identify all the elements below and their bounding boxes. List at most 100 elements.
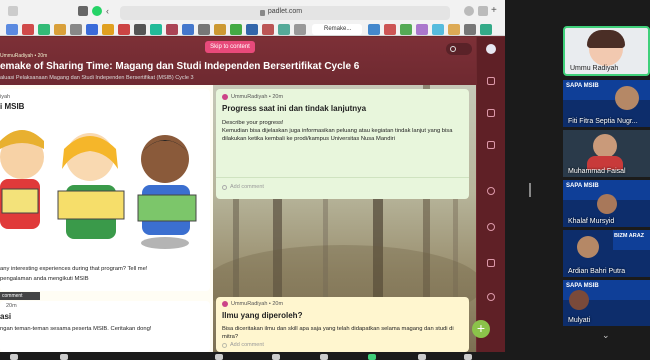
add-post-button[interactable]: + <box>472 320 490 338</box>
more-icon[interactable] <box>487 293 495 301</box>
card-body-line-1: Describe your progress! <box>222 120 284 126</box>
participant-tile-6[interactable]: SAPA MSIB Mulyati <box>563 280 650 326</box>
tab-23[interactable] <box>416 24 428 35</box>
tab-15[interactable] <box>230 24 242 35</box>
tab-22[interactable] <box>400 24 412 35</box>
sidebar-toggle-icon[interactable] <box>8 6 18 16</box>
add-comment-button[interactable]: Add comment <box>230 184 264 190</box>
tab-17[interactable] <box>262 24 274 35</box>
tab-18[interactable] <box>278 24 290 35</box>
tab-6[interactable] <box>86 24 98 35</box>
card-title: Progress saat ini dan tindak lanjutnya <box>222 104 367 113</box>
padlet-board: Skip to content UmmuRadiyah • 20m emake … <box>0 37 476 352</box>
tab-19[interactable] <box>294 24 306 35</box>
record-icon[interactable] <box>418 354 426 360</box>
tab-25[interactable] <box>448 24 460 35</box>
download-icon[interactable] <box>464 6 474 16</box>
participant-tile-5[interactable]: BIZM ARAZ Ardian Bahri Putra <box>563 230 650 277</box>
tab-2[interactable] <box>22 24 34 35</box>
back-icon[interactable]: ‹ <box>106 6 116 16</box>
banner-text: SAPA MSIB <box>566 183 599 189</box>
chat-icon[interactable] <box>272 354 280 360</box>
participant-name: Fiti Fitra Septia Nugr... <box>568 118 638 125</box>
avatar <box>222 301 228 307</box>
tab-21[interactable] <box>384 24 396 35</box>
card-author: UmmuRadiyah • 20m <box>231 301 284 307</box>
banner-text: BIZM ARAZ <box>614 233 645 239</box>
tab-7[interactable] <box>102 24 114 35</box>
search-button[interactable] <box>446 43 472 55</box>
banner-text: SAPA MSIB <box>566 283 599 289</box>
tab-8[interactable] <box>118 24 130 35</box>
slideshow-icon[interactable] <box>487 141 495 149</box>
tab-27[interactable] <box>480 24 492 35</box>
add-comment-button[interactable]: Add comment <box>230 342 264 348</box>
children-reading-illustration <box>0 130 197 249</box>
reactions-icon[interactable] <box>320 354 328 360</box>
card-msib[interactable]: iyah i MSIB any interesting experiences … <box>0 89 210 291</box>
tab-active[interactable]: Remake... <box>312 24 362 35</box>
card-body-line-1: any interesting experiences during that … <box>0 266 148 272</box>
participant-name: Ummu Radiyah <box>570 65 619 72</box>
comment-icon <box>222 185 227 190</box>
card-body: ngan teman-teman sesama peserta MSIB. Ce… <box>0 326 152 332</box>
tab-12[interactable] <box>182 24 194 35</box>
card-body: Bisa diceritakan ilmu dan skill apa saja… <box>222 326 454 340</box>
panel-resize-handle[interactable] <box>529 183 531 197</box>
remake-icon[interactable] <box>487 109 495 117</box>
participant-name: Ardian Bahri Putra <box>568 268 626 275</box>
tab-1[interactable] <box>6 24 18 35</box>
bell-icon[interactable] <box>487 187 495 195</box>
tab-26[interactable] <box>464 24 476 35</box>
tab-10[interactable] <box>150 24 162 35</box>
skip-to-content-button[interactable]: Skip to content <box>205 41 255 53</box>
new-tab-icon[interactable]: + <box>491 6 501 16</box>
card-progress[interactable]: UmmuRadiyah • 20m Progress saat ini dan … <box>216 89 469 199</box>
chevron-down-icon[interactable]: ⌄ <box>602 330 610 341</box>
participant-avatar <box>597 194 617 214</box>
participant-avatar <box>593 134 617 158</box>
participant-tile-3[interactable]: Muhammad Faisal <box>563 130 650 177</box>
camera-icon[interactable] <box>60 354 68 360</box>
tab-13[interactable] <box>198 24 210 35</box>
participants-icon[interactable] <box>215 354 223 360</box>
share-screen-icon[interactable] <box>368 354 376 360</box>
mic-icon[interactable] <box>10 354 18 360</box>
screen: { "browser": { "url": "padlet.com", "act… <box>0 0 650 360</box>
participant-tile-1[interactable]: Ummu Radiyah <box>563 26 650 76</box>
share-icon[interactable] <box>487 77 495 85</box>
card-body-line-2: Kemudian bisa dijelaskan juga informasik… <box>222 128 453 142</box>
participant-name: Khalaf Mursyid <box>568 218 615 225</box>
tab-3[interactable] <box>38 24 50 35</box>
participant-hair <box>587 30 625 48</box>
tab-icon-1[interactable] <box>78 6 88 16</box>
participant-avatar <box>615 86 639 110</box>
apps-icon[interactable] <box>464 354 472 360</box>
tab-4[interactable] <box>54 24 66 35</box>
share-icon[interactable] <box>478 6 488 16</box>
participant-banner: BIZM ARAZ <box>613 230 650 250</box>
url-text: padlet.com <box>267 8 303 15</box>
avatar <box>222 94 228 100</box>
participant-tile-2[interactable]: SAPA MSIB Fiti Fitra Septia Nugr... <box>563 80 650 127</box>
card-title: asi <box>0 312 12 321</box>
participant-tile-4[interactable]: SAPA MSIB Khalaf Mursyid <box>563 180 650 227</box>
participant-name: Muhammad Faisal <box>568 168 626 175</box>
tab-5[interactable] <box>70 24 82 35</box>
settings-icon[interactable] <box>487 223 495 231</box>
tab-14[interactable] <box>214 24 226 35</box>
tab-24[interactable] <box>432 24 444 35</box>
whatsapp-icon[interactable] <box>92 6 102 16</box>
card-asi[interactable]: 20m asi ngan teman-teman sesama peserta … <box>0 301 210 352</box>
tab-20[interactable] <box>368 24 380 35</box>
address-bar[interactable]: padlet.com <box>120 6 450 20</box>
profile-icon[interactable] <box>486 44 496 54</box>
comment-icon <box>222 343 227 348</box>
tab-16[interactable] <box>246 24 258 35</box>
tab-11[interactable] <box>166 24 178 35</box>
padlet-sidebar <box>477 37 505 352</box>
card-ilmu[interactable]: UmmuRadiyah • 20m Ilmu yang diperoleh? B… <box>216 297 469 352</box>
card-title: Ilmu yang diperoleh? <box>222 311 303 320</box>
export-icon[interactable] <box>487 259 495 267</box>
tab-9[interactable] <box>134 24 146 35</box>
